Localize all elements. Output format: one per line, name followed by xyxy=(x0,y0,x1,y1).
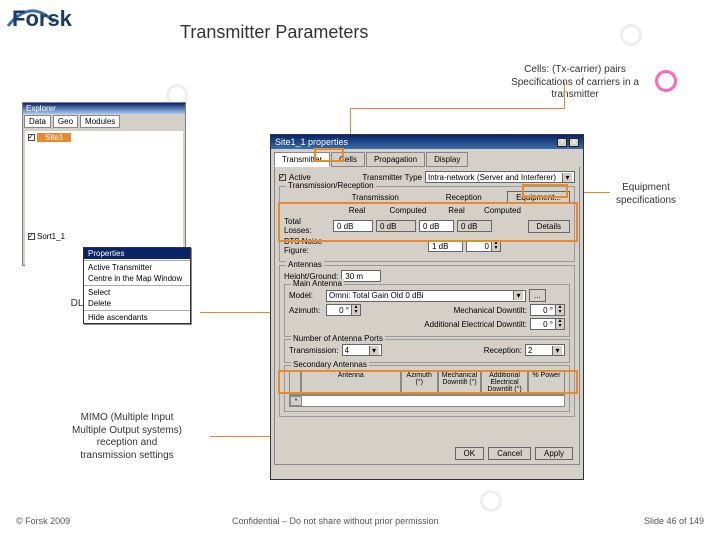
tl-rx-comp-field: 0 dB xyxy=(457,220,492,232)
height-field[interactable]: 30 m xyxy=(341,270,381,282)
apply-button[interactable]: Apply xyxy=(535,447,573,460)
aed-label: Additional Electrical Downtilt: xyxy=(424,320,527,329)
context-properties[interactable]: Properties xyxy=(84,248,190,259)
group-antennas: Antennas xyxy=(286,260,324,269)
callout-cells: Cells: (Tx-carrier) pairs Specifications… xyxy=(480,64,670,102)
sec-col-power: % Power xyxy=(528,370,565,395)
mdt-field[interactable]: 0 °▴▾ xyxy=(530,304,565,316)
group-secondary-antennas: Secondary Antennas xyxy=(291,360,369,369)
sec-col-antenna: Antenna xyxy=(301,370,401,395)
page-title: Transmitter Parameters xyxy=(180,22,368,43)
ports-tx-label: Transmission: xyxy=(289,346,339,355)
ok-button[interactable]: OK xyxy=(455,447,485,460)
col-transmission: Transmission xyxy=(330,193,420,202)
aed-field[interactable]: 0 °▴▾ xyxy=(530,318,565,330)
ports-rx-label: Reception: xyxy=(484,346,522,355)
subcol-rx-real: Real xyxy=(435,206,478,215)
nf-comp-spin[interactable]: 0▴▾ xyxy=(466,240,501,252)
dialog-title: Site1_1 properties xyxy=(275,137,348,147)
context-menu: Properties Active Transmitter Centre in … xyxy=(83,247,191,324)
context-active-tx[interactable]: Active Transmitter xyxy=(84,262,190,273)
mdt-label: Mechanical Downtilt: xyxy=(454,306,527,315)
explorer-tab-data[interactable]: Data xyxy=(24,115,51,128)
footer-copyright: © Forsk 2009 xyxy=(16,516,70,526)
group-transmission-reception: Transmission/Reception xyxy=(286,181,376,190)
tab-transmitter[interactable]: Transmitter xyxy=(274,152,330,167)
context-delete[interactable]: Delete xyxy=(84,298,190,309)
explorer-item-last[interactable]: Sort1_1 xyxy=(37,232,65,241)
properties-dialog: Site1_1 properties ? X Transmitter Cells… xyxy=(270,134,584,480)
model-dropdown[interactable]: Omni: Total Gain Old 0 dBi▾ xyxy=(326,290,526,302)
sec-col-azimuth: Azimuth (°) xyxy=(401,370,438,395)
explorer-tab-geo[interactable]: Geo xyxy=(53,115,78,128)
equipment-button[interactable]: Equipment... xyxy=(507,191,570,204)
active-checkbox[interactable] xyxy=(279,174,286,181)
model-label: Model: xyxy=(289,291,323,300)
explorer-item-site1[interactable]: Site1 xyxy=(37,133,71,142)
sec-col-mdt: Mechanical Downtilt (°) xyxy=(438,370,481,395)
subcol-tx-real: Real xyxy=(333,206,381,215)
tab-cells[interactable]: Cells xyxy=(331,152,365,167)
model-browse-button[interactable]: ... xyxy=(529,289,546,302)
footer-confidential: Confidential – Do not share without prio… xyxy=(232,516,439,526)
col-reception: Reception xyxy=(423,193,504,202)
subcol-tx-comp: Computed xyxy=(384,206,432,215)
context-hide[interactable]: Hide ascendants xyxy=(84,312,190,323)
callout-mimo: MIMO (Multiple Input Multiple Output sys… xyxy=(42,412,212,462)
ports-tx-dropdown[interactable]: 4▾ xyxy=(342,344,382,356)
tl-tx-real-field[interactable]: 0 dB xyxy=(333,220,373,232)
tab-propagation[interactable]: Propagation xyxy=(366,152,425,167)
group-main-antenna: Main Antenna xyxy=(291,279,344,288)
azimuth-label: Azimuth: xyxy=(289,306,323,315)
ports-rx-dropdown[interactable]: 2▾ xyxy=(525,344,565,356)
subcol-rx-comp: Computed xyxy=(481,206,524,215)
tx-type-dropdown[interactable]: Intra-network (Server and Interferer)▾ xyxy=(425,171,575,183)
close-button[interactable]: X xyxy=(569,138,579,147)
explorer-tab-modules[interactable]: Modules xyxy=(80,115,120,128)
tab-display[interactable]: Display xyxy=(426,152,468,167)
context-centre[interactable]: Centre in the Map Window xyxy=(84,273,190,284)
context-select[interactable]: Select xyxy=(84,287,190,298)
total-losses-label: Total Losses: xyxy=(284,217,330,235)
group-antenna-ports: Number of Antenna Ports xyxy=(291,334,385,343)
tl-tx-comp-field: 0 dB xyxy=(376,220,416,232)
brand-logo: Forsk xyxy=(12,6,72,32)
callout-equipment: Equipment specifications xyxy=(586,182,706,207)
tl-rx-real-field[interactable]: 0 dB xyxy=(419,220,454,232)
azimuth-field[interactable]: 0 °▴▾ xyxy=(326,304,361,316)
explorer-title: Explorer xyxy=(23,103,185,114)
cancel-button[interactable]: Cancel xyxy=(488,447,531,460)
footer-slide-number: Slide 46 of 149 xyxy=(644,516,704,526)
details-button[interactable]: Details xyxy=(528,220,570,233)
help-button[interactable]: ? xyxy=(557,138,567,147)
nf-real-field[interactable]: 1 dB xyxy=(428,240,463,252)
noise-figure-label: BTS Noise Figure: xyxy=(284,237,344,255)
explorer-window: Explorer Data Geo Modules Site1 Sort1_1 … xyxy=(22,102,186,266)
sec-row-marker: * xyxy=(290,396,302,406)
sec-col-aed: Additional Electrical Downtilt (°) xyxy=(481,370,528,395)
